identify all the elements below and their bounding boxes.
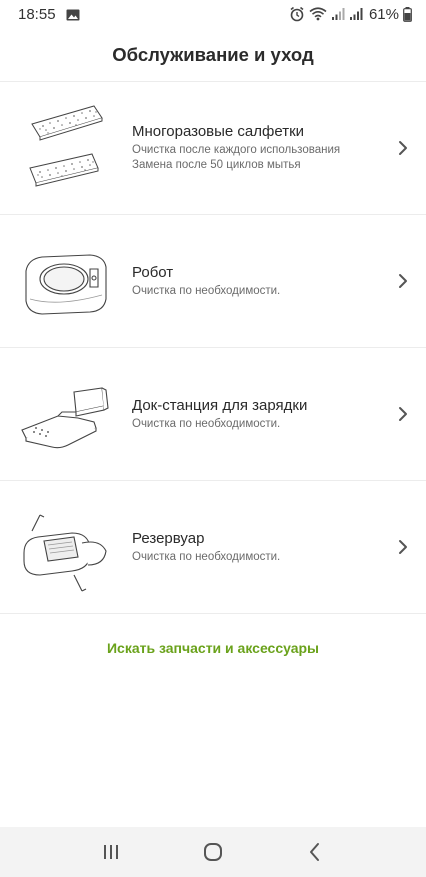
alarm-icon — [289, 6, 305, 22]
list-item-subtitle: Замена после 50 циклов мытья — [132, 159, 301, 171]
list-item-subtitle: Очистка по необходимости. — [132, 417, 281, 430]
list-item-robot[interactable]: Робот Очистка по необходимости. — [0, 215, 426, 348]
list-item-title: Многоразовые салфетки — [132, 123, 305, 140]
chevron-right-icon — [398, 539, 408, 555]
system-nav-bar — [0, 827, 426, 877]
home-icon[interactable] — [201, 840, 225, 864]
list-item-dock[interactable]: Док-станция для зарядки Очистка по необх… — [0, 348, 426, 481]
list-item-subtitle: Очистка по необходимости. — [132, 550, 281, 563]
list-item-text: Многоразовые салфетки Очистка после кажд… — [132, 82, 340, 214]
wifi-icon — [309, 7, 327, 21]
signal-icon — [349, 7, 363, 21]
tank-illustration — [18, 495, 113, 600]
list-item-text: Док-станция для зарядки Очистка по необх… — [132, 348, 307, 480]
battery-percent: 61% — [368, 5, 399, 23]
list-item-title: Резервуар — [132, 529, 205, 547]
list-item-title: Робот — [132, 263, 174, 281]
dock-illustration — [18, 362, 113, 467]
list-item-text: Робот Очистка по необходимости. — [132, 215, 280, 347]
status-bar: 18:55 61% — [0, 0, 426, 28]
signal-icon — [331, 7, 345, 21]
status-icons: 61% — [289, 6, 412, 23]
shop-parts-link[interactable]: Искать запчасти и аксессуары — [0, 640, 426, 656]
list-item-subtitle: Очистка по необходимости. — [132, 284, 281, 297]
battery-icon — [403, 6, 412, 22]
list-item-tank[interactable]: Резервуар Очистка по необходимости. — [0, 481, 426, 614]
list-item-mop-pads[interactable]: Многоразовые салфетки Очистка после кажд… — [0, 82, 426, 215]
chevron-right-icon — [398, 140, 408, 156]
mop-pads-illustration — [18, 96, 113, 201]
list-item-subtitle: Очистка после каждого использования — [132, 144, 341, 156]
maintenance-list: Многоразовые салфетки Очистка после кажд… — [0, 82, 426, 614]
chevron-right-icon — [398, 273, 408, 289]
chevron-right-icon — [398, 406, 408, 422]
page-title: Обслуживание и уход — [112, 43, 314, 65]
header: Обслуживание и уход — [0, 28, 426, 82]
gallery-icon — [66, 8, 80, 21]
back-icon[interactable] — [303, 840, 327, 864]
list-item-title: Док-станция для зарядки — [132, 396, 308, 414]
list-item-text: Резервуар Очистка по необходимости. — [132, 481, 280, 613]
recents-icon[interactable] — [99, 840, 123, 864]
status-time: 18:55 — [18, 5, 56, 23]
robot-illustration — [18, 229, 113, 334]
